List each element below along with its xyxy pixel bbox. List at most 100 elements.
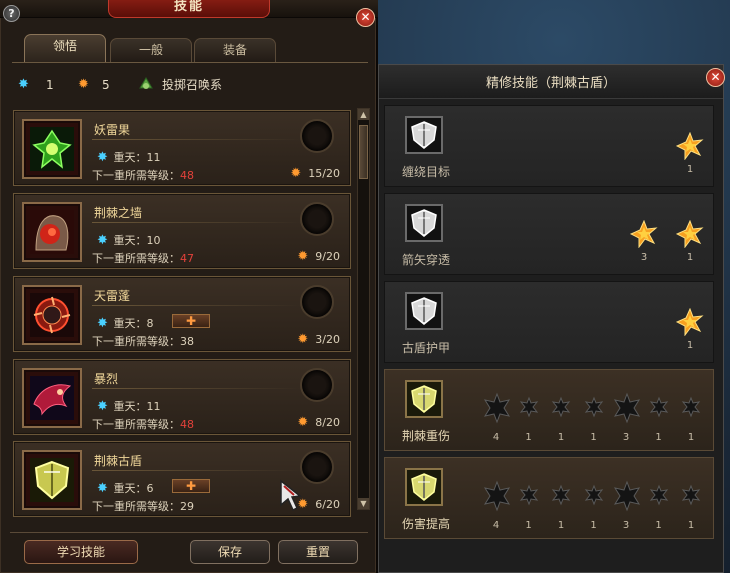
skill-slot[interactable]: [300, 285, 334, 319]
star-count: 1: [590, 432, 597, 443]
shield-icon[interactable]: [405, 292, 443, 330]
thorn-shield-icon[interactable]: [22, 450, 82, 510]
refine-star[interactable]: 1: [675, 131, 705, 175]
reset-button[interactable]: 重置: [278, 540, 358, 564]
skill-requirement: 下一重所需等级：48: [92, 416, 194, 432]
refine-row[interactable]: 缠绕目标 1: [384, 105, 714, 187]
scroll-down-icon[interactable]: ▼: [358, 498, 369, 509]
orange-points: 5: [102, 78, 110, 92]
req-label: 下一重所需等级：: [92, 500, 180, 513]
scroll-up-icon[interactable]: ▲: [358, 109, 369, 120]
skill-level: ✸ 重天：11: [97, 149, 161, 165]
plus-button[interactable]: ✚: [172, 314, 210, 328]
close-button[interactable]: ✕: [356, 8, 375, 27]
progress-text: 3/20: [315, 333, 340, 346]
shield-icon[interactable]: [405, 468, 443, 506]
req-value: 48: [180, 169, 194, 182]
skill-slot[interactable]: [300, 202, 334, 236]
star-count: 3: [640, 252, 648, 263]
gold-star-icon: [675, 307, 704, 340]
dark-star-icon: [550, 484, 572, 510]
tab-comprehend[interactable]: 领悟: [24, 34, 106, 63]
dark-star-icon: [680, 484, 702, 510]
skill-progress: ✹ 3/20: [297, 333, 340, 346]
fury-icon[interactable]: [22, 368, 82, 428]
refine-star[interactable]: 1: [546, 484, 576, 531]
star-count: 1: [557, 432, 565, 443]
refine-star[interactable]: 1: [644, 484, 674, 531]
skill-divider: [92, 305, 302, 306]
learn-skill-button[interactable]: 学习技能: [24, 540, 138, 564]
skill-divider: [92, 388, 302, 389]
shield-icon[interactable]: [405, 380, 443, 418]
skill-slot[interactable]: [300, 119, 334, 153]
thorn-wall-icon[interactable]: [22, 202, 82, 262]
dark-star-icon: [648, 396, 670, 422]
skill-card[interactable]: 暴烈 ✸ 重天：11 下一重所需等级：48 ✹ 8/20: [13, 359, 351, 435]
star-count: 1: [557, 520, 565, 531]
refine-star[interactable]: 1: [676, 484, 706, 531]
req-label: 下一重所需等级：: [92, 169, 180, 182]
skill-name: 妖雷果: [94, 123, 131, 137]
blue-points: 1: [46, 78, 54, 92]
refine-star[interactable]: 1: [676, 396, 706, 443]
dark-star-icon: [611, 480, 643, 516]
shield-icon[interactable]: [405, 116, 443, 154]
blue-star-icon: ✸: [18, 77, 29, 92]
orange-star-icon: ✹: [290, 166, 302, 181]
refine-star[interactable]: 1: [579, 396, 609, 443]
refine-star[interactable]: 1: [644, 396, 674, 443]
dark-star-icon: [648, 484, 670, 510]
refine-star[interactable]: 3: [629, 219, 659, 263]
blue-star-icon: ✸: [97, 150, 108, 165]
refine-row[interactable]: 伤害提高 4 1 1 1 3 1 1: [384, 457, 714, 539]
dark-star-icon: [518, 396, 540, 422]
refine-star[interactable]: 1: [514, 396, 544, 443]
refine-label: 箭矢穿透: [401, 253, 450, 267]
skill-progress: ✹ 9/20: [297, 250, 340, 263]
refine-star[interactable]: 1: [514, 484, 544, 531]
blue-star-icon: ✸: [97, 399, 108, 414]
tab-equipment[interactable]: 装备: [194, 38, 276, 62]
skill-card[interactable]: 妖雷果 ✸ 重天：11 下一重所需等级：48 ✹ 15/20: [13, 110, 351, 186]
scroll-thumb[interactable]: [359, 125, 368, 179]
refine-close-button[interactable]: ✕: [706, 68, 725, 87]
tab-divider: [12, 62, 368, 63]
refine-star[interactable]: 3: [611, 480, 643, 531]
skill-card[interactable]: 荆棘之墙 ✸ 重天：10 下一重所需等级：47 ✹ 9/20: [13, 193, 351, 269]
refine-star[interactable]: 4: [481, 392, 511, 443]
skill-list-scrollbar[interactable]: ▲ ▼: [357, 108, 370, 510]
help-button[interactable]: ?: [3, 5, 20, 22]
school-icon: [138, 76, 154, 97]
tab-general[interactable]: 一般: [110, 38, 192, 62]
star-count: 1: [655, 520, 662, 531]
refine-star[interactable]: 1: [579, 484, 609, 531]
thorn-fruit-icon[interactable]: [22, 119, 82, 179]
refine-row[interactable]: 箭矢穿透 3 1: [384, 193, 714, 275]
refine-row[interactable]: 古盾护甲 1: [384, 281, 714, 363]
refine-star[interactable]: 1: [675, 219, 705, 263]
save-button[interactable]: 保存: [190, 540, 270, 564]
skill-level: ✸ 重天：11: [97, 398, 161, 414]
orange-star-icon: ✹: [78, 77, 89, 92]
skill-level: ✸ 重天：6: [97, 480, 154, 496]
star-count: 1: [687, 520, 695, 531]
req-value: 48: [180, 418, 194, 431]
skill-slot[interactable]: [300, 368, 334, 402]
star-count: 1: [590, 520, 597, 531]
skill-level-text: 重天：10: [113, 234, 161, 247]
shield-icon[interactable]: [405, 204, 443, 242]
refine-row[interactable]: 荆棘重伤 4 1 1 1 3 1 1: [384, 369, 714, 451]
refine-star[interactable]: 1: [546, 396, 576, 443]
skill-card[interactable]: 天雷蓬 ✸ 重天：8 ✚ 下一重所需等级：38 ✹ 3/20: [13, 276, 351, 352]
refine-star[interactable]: 3: [611, 392, 641, 443]
refine-star[interactable]: 4: [481, 480, 511, 531]
thunder-pod-icon[interactable]: [22, 285, 82, 345]
refine-star[interactable]: 1: [675, 307, 705, 351]
star-count: 1: [525, 520, 532, 531]
skill-slot[interactable]: [300, 450, 334, 484]
star-count: 1: [525, 432, 532, 443]
gold-star-icon: [675, 219, 704, 252]
plus-button[interactable]: ✚: [172, 479, 210, 493]
progress-text: 15/20: [308, 167, 340, 180]
